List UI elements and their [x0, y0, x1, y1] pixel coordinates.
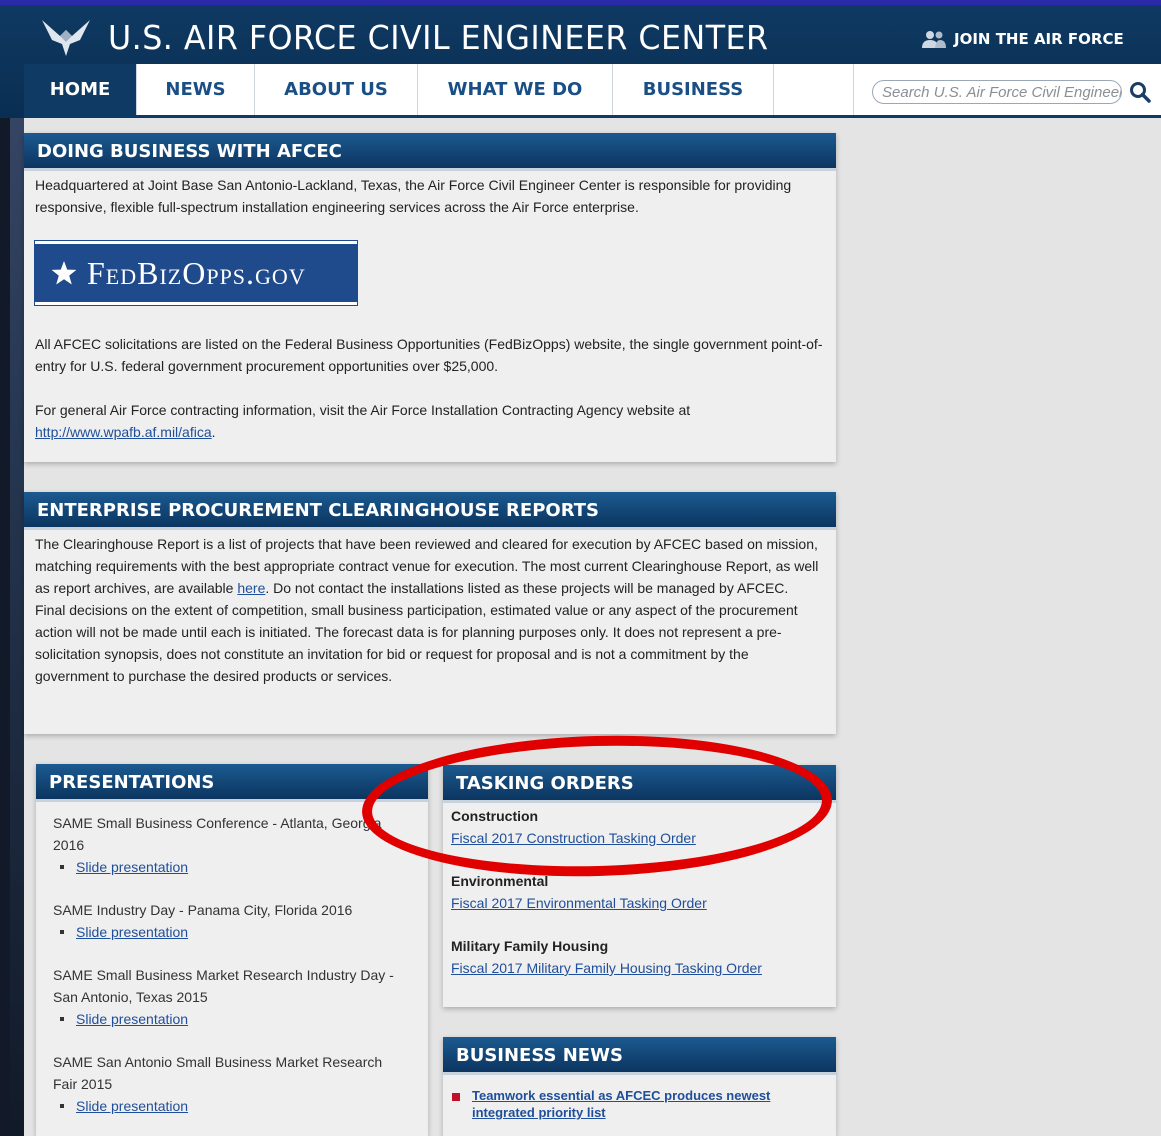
presentation-link-row: Slide presentation	[53, 1008, 408, 1030]
slide-presentation-link[interactable]: Slide presentation	[76, 856, 188, 878]
nav-spacer	[774, 64, 854, 115]
presentations-list: SAME Small Business Conference - Atlanta…	[36, 802, 428, 1117]
presentation-link-row: Slide presentation	[53, 921, 408, 943]
tasking-group-construction: Construction Fiscal 2017 Construction Ta…	[451, 805, 826, 849]
contracting-period: .	[211, 424, 216, 440]
tasking-group-housing: Military Family Housing Fiscal 2017 Mili…	[451, 935, 826, 979]
fedbizopps-logo-text: FedBizOpps.gov	[87, 254, 306, 291]
slide-presentation-link[interactable]: Slide presentation	[76, 1095, 188, 1117]
clearinghouse-here-link[interactable]: here	[237, 580, 265, 596]
news-bullet-icon	[452, 1093, 460, 1101]
business-news-list: Teamwork essential as AFCEC produces new…	[443, 1075, 836, 1121]
search-icon[interactable]	[1128, 80, 1152, 104]
clearinghouse-text-after: . Do not contact the installations liste…	[265, 580, 789, 596]
clearinghouse-paragraph-2: Final decisions on the extent of competi…	[35, 602, 798, 684]
nav-home[interactable]: HOME	[24, 64, 137, 115]
bullet-icon	[60, 865, 64, 869]
business-news-panel: BUSINESS NEWS Teamwork essential as AFCE…	[443, 1037, 836, 1136]
construction-tasking-order-link[interactable]: Fiscal 2017 Construction Tasking Order	[451, 830, 696, 846]
presentation-title: SAME Small Business Market Research Indu…	[53, 967, 394, 1005]
presentation-title: SAME Industry Day - Panama City, Florida…	[53, 902, 353, 918]
header-stripe	[0, 0, 1161, 5]
presentation-item: SAME Small Business Conference - Atlanta…	[53, 812, 408, 878]
presentations-panel: PRESENTATIONS SAME Small Business Confer…	[36, 764, 428, 1136]
clearinghouse-title: ENTERPRISE PROCUREMENT CLEARINGHOUSE REP…	[24, 492, 836, 530]
site-title[interactable]: U.S. AIR FORCE CIVIL ENGINEER CENTER	[108, 18, 769, 57]
presentation-item: SAME Small Business Market Research Indu…	[53, 964, 408, 1030]
contracting-paragraph: For general Air Force contracting inform…	[35, 399, 824, 443]
doing-business-title: DOING BUSINESS WITH AFCEC	[24, 133, 836, 171]
presentation-item: SAME Industry Day - Panama City, Florida…	[53, 899, 408, 943]
news-link[interactable]: Teamwork essential as AFCEC produces new…	[472, 1087, 796, 1121]
tasking-orders-panel: TASKING ORDERS Construction Fiscal 2017 …	[443, 765, 836, 1007]
air-force-wings-icon[interactable]	[40, 14, 92, 62]
clearinghouse-panel: ENTERPRISE PROCUREMENT CLEARINGHOUSE REP…	[24, 492, 836, 734]
contracting-text: For general Air Force contracting inform…	[35, 402, 691, 418]
nav-business[interactable]: BUSINESS	[613, 64, 774, 115]
page-background-edge	[0, 0, 24, 1136]
bullet-icon	[60, 1017, 64, 1021]
tasking-group-environmental: Environmental Fiscal 2017 Environmental …	[451, 870, 826, 914]
housing-tasking-order-link[interactable]: Fiscal 2017 Military Family Housing Task…	[451, 960, 762, 976]
star-icon	[51, 261, 77, 285]
presentation-link-row: Slide presentation	[53, 1095, 408, 1117]
doing-business-intro: Headquartered at Joint Base San Antonio-…	[35, 177, 792, 215]
presentation-title: SAME Small Business Conference - Atlanta…	[53, 815, 382, 853]
slide-presentation-link[interactable]: Slide presentation	[76, 921, 188, 943]
nav-about-us[interactable]: ABOUT US	[255, 64, 418, 115]
solicitations-text: All AFCEC solicitations are listed on th…	[35, 336, 823, 374]
fedbizopps-banner[interactable]: FedBizOpps.gov	[35, 241, 357, 305]
join-air-force-link[interactable]: JOIN THE AIR FORCE	[954, 30, 1124, 48]
nav-what-we-do[interactable]: WHAT WE DO	[418, 64, 613, 115]
tasking-group-label: Construction	[451, 808, 539, 824]
clearinghouse-body: The Clearinghouse Report is a list of pr…	[24, 530, 836, 687]
afica-link[interactable]: http://www.wpafb.af.mil/afica	[35, 424, 212, 440]
people-icon	[922, 31, 946, 48]
tasking-group-label: Environmental	[451, 873, 549, 889]
doing-business-body: Headquartered at Joint Base San Antonio-…	[24, 171, 836, 443]
tasking-orders-title: TASKING ORDERS	[443, 765, 836, 803]
bullet-icon	[60, 1104, 64, 1108]
bullet-icon	[60, 930, 64, 934]
business-news-title: BUSINESS NEWS	[443, 1037, 836, 1075]
news-item: Teamwork essential as AFCEC produces new…	[452, 1087, 796, 1121]
nav-news[interactable]: NEWS	[137, 64, 255, 115]
tasking-orders-list: Construction Fiscal 2017 Construction Ta…	[443, 803, 836, 979]
presentation-link-row: Slide presentation	[53, 856, 408, 878]
slide-presentation-link[interactable]: Slide presentation	[76, 1008, 188, 1030]
join-air-force[interactable]: JOIN THE AIR FORCE	[922, 30, 1124, 48]
environmental-tasking-order-link[interactable]: Fiscal 2017 Environmental Tasking Order	[451, 895, 707, 911]
presentations-title: PRESENTATIONS	[36, 764, 428, 802]
presentation-title: SAME San Antonio Small Business Market R…	[53, 1054, 383, 1092]
clearinghouse-paragraph-1: The Clearinghouse Report is a list of pr…	[35, 533, 824, 599]
search-input[interactable]	[872, 80, 1122, 104]
presentation-item: SAME San Antonio Small Business Market R…	[53, 1051, 408, 1117]
tasking-group-label: Military Family Housing	[451, 938, 609, 954]
